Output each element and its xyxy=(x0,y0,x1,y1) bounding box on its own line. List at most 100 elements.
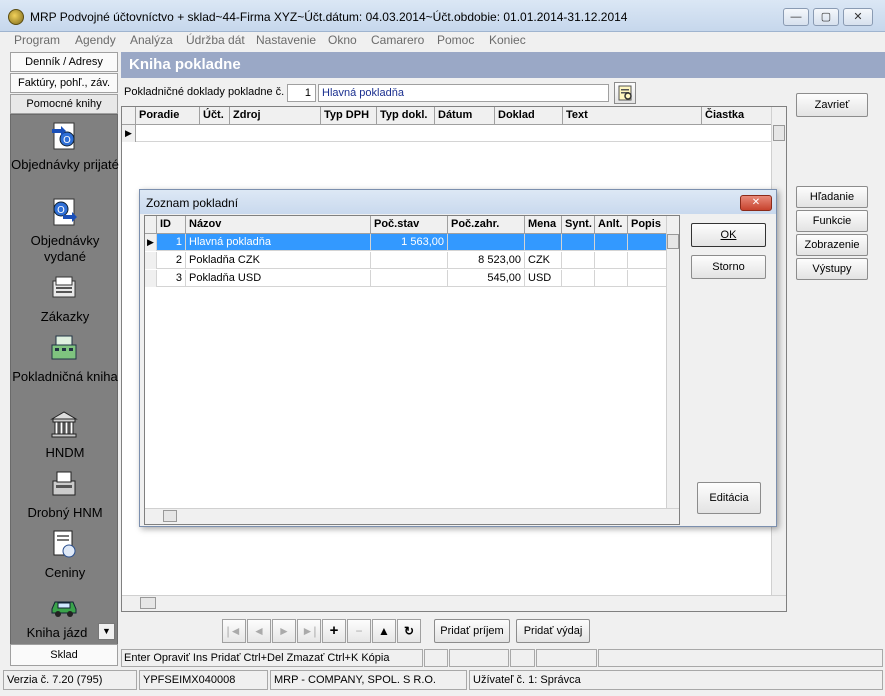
add-record-button[interactable]: + xyxy=(322,619,346,643)
column-header-typ-dph[interactable]: Typ DPH xyxy=(321,107,377,125)
menu-agendy[interactable]: Agendy xyxy=(75,33,116,47)
view-button[interactable]: Zobrazenie xyxy=(796,234,868,256)
edit-button[interactable]: Editácia xyxy=(697,482,761,514)
menu-okno[interactable]: Okno xyxy=(328,33,357,47)
table-horizontal-scrollbar[interactable] xyxy=(122,595,786,611)
column-header-ciastka[interactable]: Čiastka xyxy=(702,107,772,125)
ok-button[interactable]: OK xyxy=(691,223,766,247)
cancel-button[interactable]: Storno xyxy=(691,255,766,279)
dialog-close-button[interactable]: ✕ xyxy=(740,195,772,211)
cash-register-table[interactable]: ID Názov Poč.stav Poč.zahr. Mena Synt. A… xyxy=(144,215,680,525)
refresh-button[interactable]: ↻ xyxy=(397,619,421,643)
nav-item-label: Kniha jázd xyxy=(26,625,88,640)
prev-record-button[interactable]: ◄ xyxy=(247,619,271,643)
close-button[interactable]: Zavrieť xyxy=(796,93,868,117)
delete-record-button[interactable]: − xyxy=(347,619,371,643)
title-bar: MRP Podvojné účtovníctvo + sklad~44-Firm… xyxy=(0,0,885,32)
serial-label: YPFSEIMX040008 xyxy=(139,670,268,690)
column-header-anlt[interactable]: Anlt. xyxy=(595,216,628,234)
nav-item-ceniny[interactable]: Ceniny xyxy=(11,529,119,585)
window-title: MRP Podvojné účtovníctvo + sklad~44-Firm… xyxy=(30,10,628,24)
column-header-poc-zahr[interactable]: Poč.zahr. xyxy=(448,216,525,234)
cell-poc-stav xyxy=(371,270,448,287)
tab-pomocne-knihy[interactable]: Pomocné knihy xyxy=(10,94,118,114)
nav-item-zakazky[interactable]: Zákazky xyxy=(11,273,119,329)
column-header-typ-dokl[interactable]: Typ dokl. xyxy=(377,107,435,125)
register-number-field[interactable]: 1 xyxy=(287,84,316,102)
column-header-id[interactable]: ID xyxy=(157,216,186,234)
cell-mena: USD xyxy=(525,270,562,287)
cell-popis xyxy=(628,234,667,251)
dialog-horizontal-scrollbar[interactable] xyxy=(145,508,679,524)
menu-analyza[interactable]: Analýza xyxy=(130,33,173,47)
table-row[interactable]: 2 Pokladňa CZK 8 523,00 CZK xyxy=(145,252,667,269)
column-header-poc-stav[interactable]: Poč.stav xyxy=(371,216,448,234)
cell-anlt xyxy=(595,234,628,251)
cell-synt xyxy=(562,270,595,287)
current-row-indicator: ▶ xyxy=(122,125,136,142)
scroll-thumb[interactable] xyxy=(140,597,156,609)
column-header-zdroj[interactable]: Zdroj xyxy=(230,107,321,125)
table-row-selected[interactable]: ▶ 1 Hlavná pokladňa 1 563,00 xyxy=(145,234,667,251)
column-header-synt[interactable]: Synt. xyxy=(562,216,595,234)
version-label: Verzia č. 7.20 (795) xyxy=(3,670,137,690)
table-row[interactable]: 3 Pokladňa USD 545,00 USD xyxy=(145,270,667,287)
lookup-button[interactable] xyxy=(614,82,636,104)
menu-camarero[interactable]: Camarero xyxy=(371,33,424,47)
nav-panel: O Objednávky prijaté O Objednávky vydané… xyxy=(10,114,119,646)
column-header-text[interactable]: Text xyxy=(563,107,702,125)
nav-item-label: Drobný HNM xyxy=(27,505,103,520)
dialog-vertical-scrollbar[interactable] xyxy=(666,216,679,508)
register-filter-label: Pokladničné doklady pokladne č. xyxy=(124,86,285,98)
nav-item-objednavky-prijate[interactable]: O Objednávky prijaté xyxy=(11,121,119,193)
minimize-button[interactable]: — xyxy=(783,8,809,26)
add-income-button[interactable]: Pridať príjem xyxy=(434,619,510,643)
cell-id: 1 xyxy=(157,234,186,251)
menu-udrzba-dat[interactable]: Údržba dát xyxy=(186,33,245,47)
nav-scroll-down-button[interactable]: ▼ xyxy=(98,623,115,640)
first-record-button[interactable]: |◄ xyxy=(222,619,246,643)
move-up-button[interactable]: ▲ xyxy=(372,619,396,643)
menu-program[interactable]: Program xyxy=(14,33,60,47)
column-header-popis[interactable]: Popis xyxy=(628,216,667,234)
column-header-doklad[interactable]: Doklad xyxy=(495,107,563,125)
nav-item-drobny-hnm[interactable]: Drobný HNM xyxy=(11,469,119,525)
menu-koniec[interactable]: Koniec xyxy=(489,33,526,47)
menu-nastavenie[interactable]: Nastavenie xyxy=(256,33,316,47)
app-icon xyxy=(8,9,24,25)
last-record-button[interactable]: ►| xyxy=(297,619,321,643)
tab-faktury[interactable]: Faktúry, pohľ., záv. xyxy=(10,73,118,93)
column-header-uct[interactable]: Účt. xyxy=(200,107,230,125)
add-expense-button[interactable]: Pridať výdaj xyxy=(516,619,590,643)
search-button[interactable]: Hľadanie xyxy=(796,186,868,208)
column-header-datum[interactable]: Dátum xyxy=(435,107,495,125)
scroll-thumb[interactable] xyxy=(163,510,177,522)
column-header-poradie[interactable]: Poradie xyxy=(136,107,200,125)
tab-sklad[interactable]: Sklad xyxy=(10,644,118,666)
row-indicator xyxy=(145,252,157,269)
register-name-field[interactable]: Hlavná pokladňa xyxy=(318,84,609,102)
maximize-button[interactable]: ▢ xyxy=(813,8,839,26)
cell-mena: CZK xyxy=(525,252,562,269)
functions-button[interactable]: Funkcie xyxy=(796,210,868,232)
nav-item-hndm[interactable]: HNDM xyxy=(11,409,119,465)
status-cell xyxy=(510,649,535,667)
table-row[interactable]: ▶ xyxy=(122,125,772,142)
cell-nazov: Pokladňa CZK xyxy=(186,252,371,269)
menu-pomoc[interactable]: Pomoc xyxy=(437,33,474,47)
column-header-mena[interactable]: Mena xyxy=(525,216,562,234)
cell-id: 2 xyxy=(157,252,186,269)
order-issued-icon: O xyxy=(53,198,77,226)
close-window-button[interactable]: ✕ xyxy=(843,8,873,26)
scroll-thumb[interactable] xyxy=(773,125,785,141)
nav-item-objednavky-vydane[interactable]: O Objednávky vydané xyxy=(11,197,119,269)
next-record-button[interactable]: ► xyxy=(272,619,296,643)
nav-item-label: Objednávky vydané xyxy=(30,233,100,264)
column-header-nazov[interactable]: Názov xyxy=(186,216,371,234)
scroll-thumb[interactable] xyxy=(667,234,679,249)
outputs-button[interactable]: Výstupy xyxy=(796,258,868,280)
nav-item-pokladnicna-kniha[interactable]: Pokladničná kniha xyxy=(11,333,119,405)
current-row-indicator: ▶ xyxy=(145,234,157,251)
tab-dennik-adresy[interactable]: Denník / Adresy xyxy=(10,52,118,72)
user-label: Užívateľ č. 1: Správca xyxy=(469,670,883,690)
